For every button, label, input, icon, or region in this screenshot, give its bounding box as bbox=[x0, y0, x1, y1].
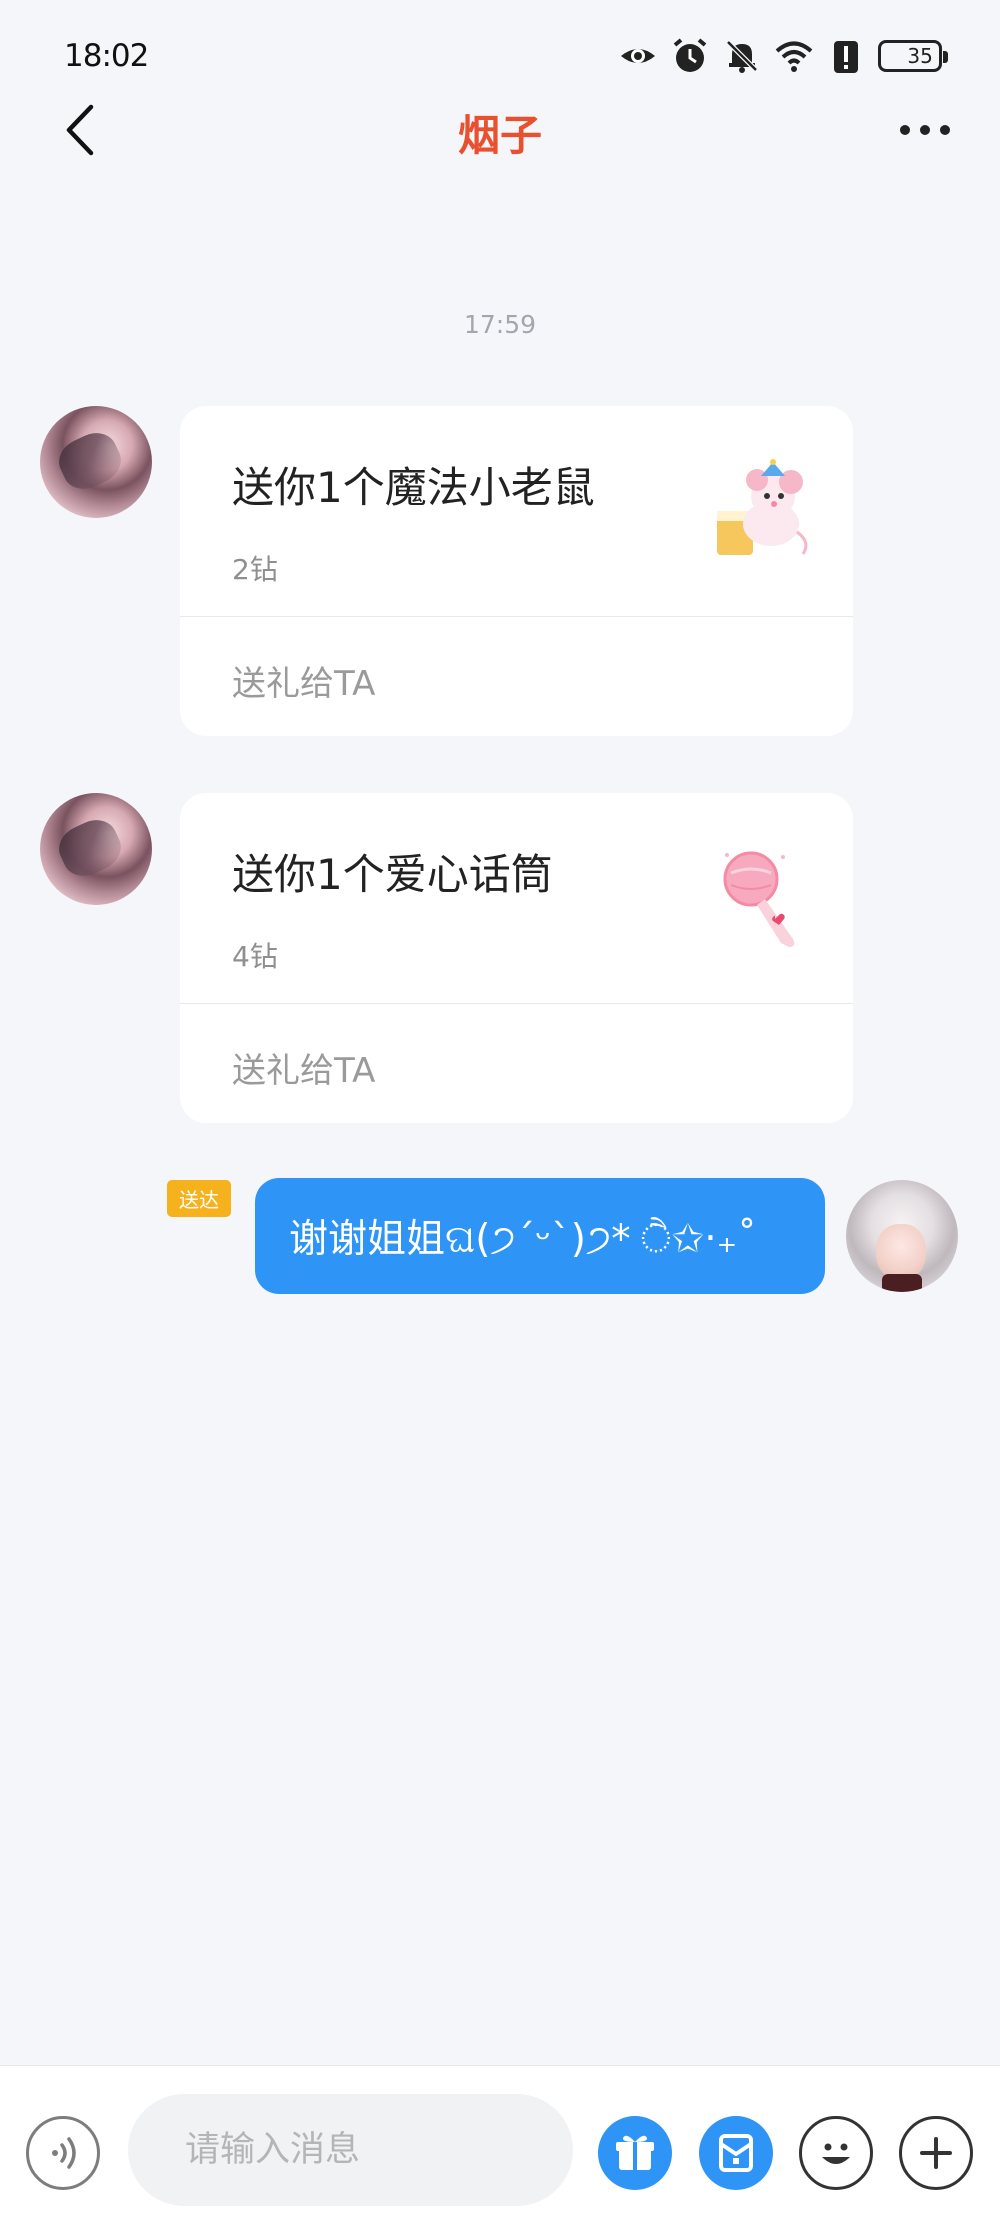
gift-cost: 2钻 bbox=[232, 553, 278, 586]
message-bubble[interactable]: 谢谢姐姐ଘ(੭ˊᵕˋ)੭* ੈ✩‧₊˚ bbox=[255, 1178, 825, 1294]
divider bbox=[180, 616, 853, 617]
status-time: 18:02 bbox=[64, 38, 149, 74]
plus-button[interactable] bbox=[899, 2116, 973, 2190]
more-button[interactable] bbox=[890, 98, 960, 162]
gift-cost: 4钻 bbox=[232, 940, 278, 973]
battery-level: 35 bbox=[907, 44, 933, 68]
heart-microphone-icon bbox=[723, 851, 795, 947]
emoji-icon bbox=[822, 2143, 850, 2164]
voice-icon bbox=[52, 2137, 76, 2169]
red-packet-icon bbox=[719, 2134, 753, 2172]
send-gift-button[interactable]: 送礼给TA bbox=[232, 1043, 375, 1092]
gift-card[interactable]: 送你1个魔法小老鼠 2钻 送礼给TA bbox=[180, 406, 853, 736]
wifi-icon bbox=[774, 36, 814, 76]
more-dots-icon bbox=[900, 125, 910, 135]
alarm-icon bbox=[670, 36, 710, 76]
send-gift-button[interactable]: 送礼给TA bbox=[232, 656, 375, 705]
gift-card[interactable]: 送你1个爱心话筒 4钻 送礼给TA bbox=[180, 793, 853, 1123]
bell-off-icon bbox=[722, 36, 762, 76]
avatar[interactable] bbox=[40, 793, 152, 905]
gift-title: 送你1个爱心话筒 bbox=[232, 850, 553, 899]
avatar[interactable] bbox=[846, 1180, 958, 1292]
chat-timestamp: 17:59 bbox=[463, 310, 537, 339]
eye-icon bbox=[618, 36, 658, 76]
message-input[interactable] bbox=[128, 2094, 573, 2206]
battery-icon: 35 bbox=[878, 40, 948, 72]
divider bbox=[180, 1003, 853, 1004]
alert-icon bbox=[826, 36, 866, 76]
gift-icon bbox=[616, 2135, 654, 2170]
plus-icon bbox=[920, 2137, 952, 2169]
red-packet-button[interactable] bbox=[699, 2116, 773, 2190]
voice-button[interactable] bbox=[26, 2116, 100, 2190]
gift-title: 送你1个魔法小老鼠 bbox=[232, 463, 595, 512]
delivered-badge: 送达 bbox=[167, 1180, 231, 1217]
avatar[interactable] bbox=[40, 406, 152, 518]
chat-header: 烟子 bbox=[0, 90, 1000, 170]
emoji-button[interactable] bbox=[799, 2116, 873, 2190]
status-icons: 35 bbox=[618, 36, 948, 76]
input-bar bbox=[0, 2065, 1000, 2233]
page-title: 烟子 bbox=[457, 111, 542, 160]
magic-mouse-icon bbox=[717, 459, 808, 555]
gift-button[interactable] bbox=[598, 2116, 672, 2190]
